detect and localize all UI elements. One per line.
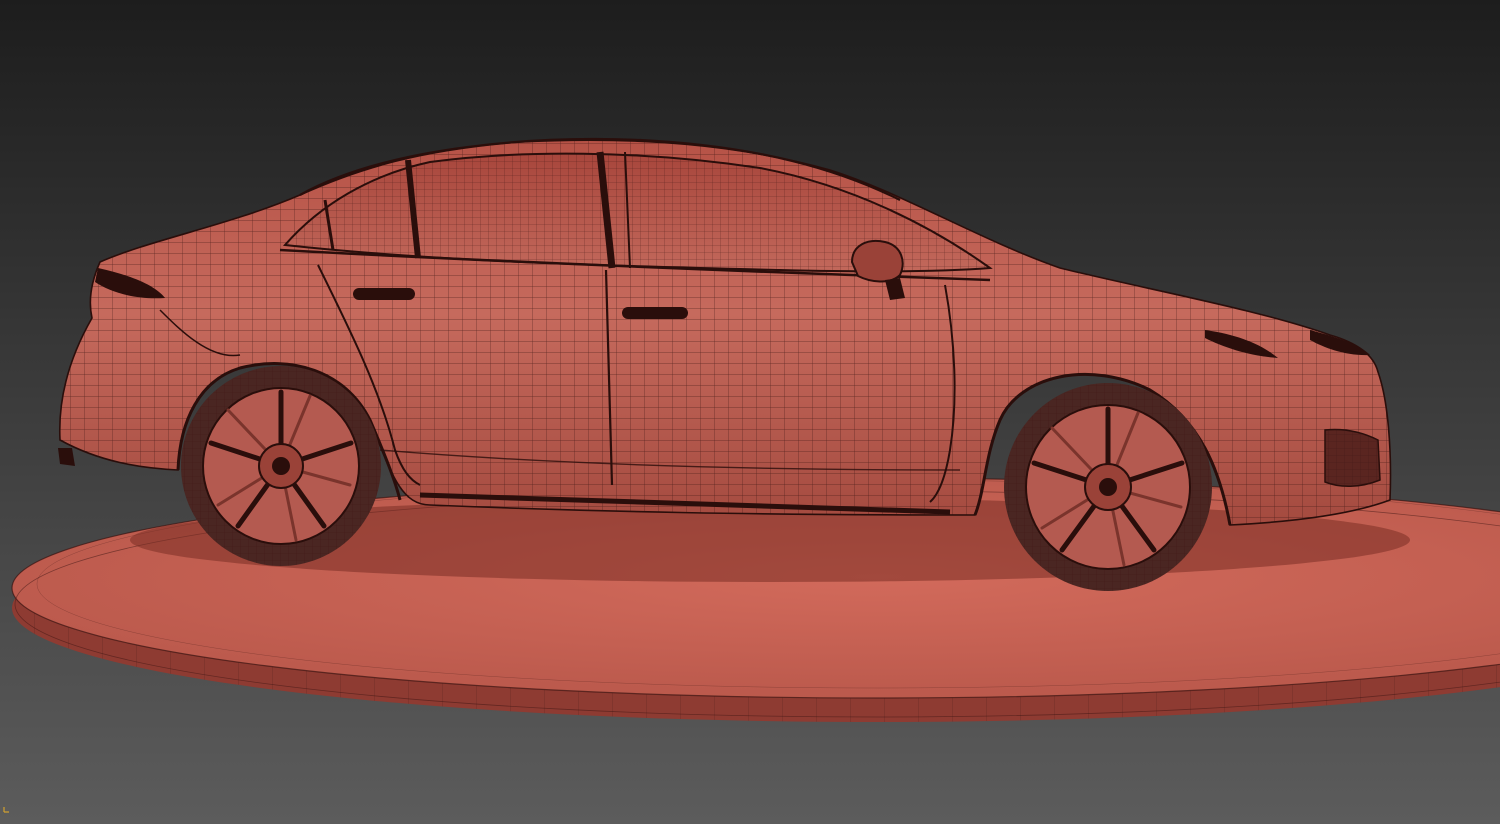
3d-viewport[interactable] [0,0,1500,824]
front-wheel [1004,383,1212,591]
axis-gizmo-icon [3,807,9,813]
wireframe-render [0,0,1500,824]
rear-wheel [181,366,381,566]
